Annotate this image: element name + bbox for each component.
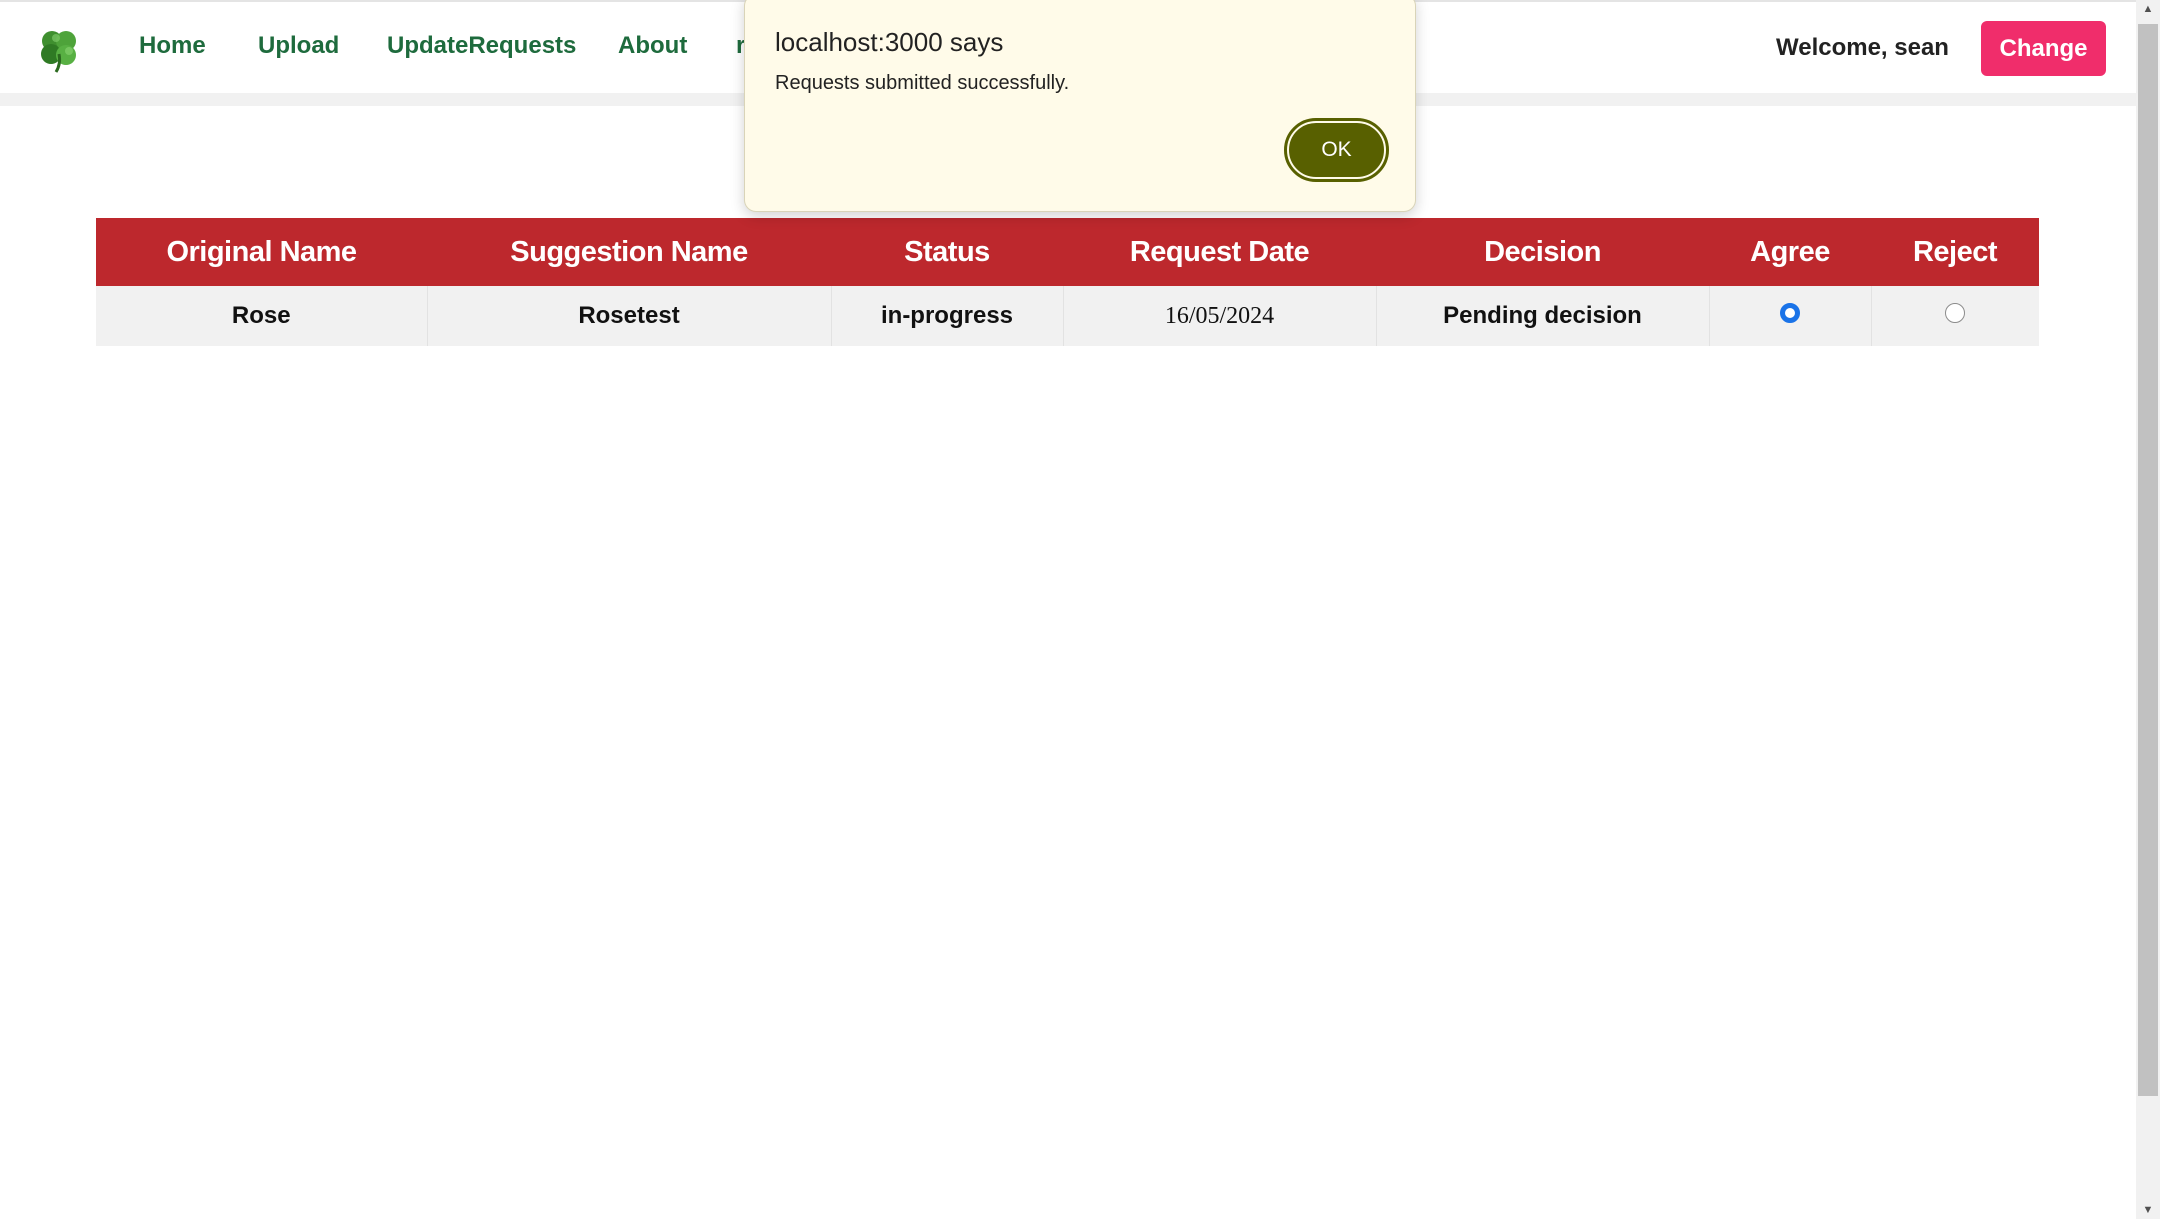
table-row: Rose Rosetest in-progress 16/05/2024 Pen… bbox=[96, 286, 2039, 346]
vertical-scrollbar[interactable]: ▲ ▼ bbox=[2136, 0, 2160, 1219]
ok-button[interactable]: OK bbox=[1284, 118, 1389, 182]
header-original-name: Original Name bbox=[96, 218, 427, 286]
dialog-title: localhost:3000 says bbox=[775, 27, 1004, 57]
change-button[interactable]: Change bbox=[1981, 21, 2106, 76]
scroll-down-arrow-icon[interactable]: ▼ bbox=[2136, 1201, 2160, 1219]
welcome-text: Welcome, sean bbox=[1776, 34, 1949, 61]
header-request-date: Request Date bbox=[1063, 218, 1376, 286]
header-reject: Reject bbox=[1871, 218, 2039, 286]
nav-link-upload[interactable]: Upload bbox=[258, 32, 339, 60]
requests-table: Original Name Suggestion Name Status Req… bbox=[96, 218, 2039, 346]
header-suggestion-name: Suggestion Name bbox=[427, 218, 831, 286]
nav-link-about[interactable]: About bbox=[618, 32, 687, 60]
scroll-up-arrow-icon[interactable]: ▲ bbox=[2136, 0, 2160, 18]
header-agree: Agree bbox=[1709, 218, 1871, 286]
cell-suggestion-name: Rosetest bbox=[427, 286, 832, 346]
header-status: Status bbox=[831, 218, 1063, 286]
table-header-row: Original Name Suggestion Name Status Req… bbox=[96, 218, 2039, 286]
header-decision: Decision bbox=[1376, 218, 1709, 286]
alert-dialog: localhost:3000 says Requests submitted s… bbox=[744, 0, 1416, 212]
cell-agree bbox=[1709, 286, 1872, 346]
agree-radio[interactable] bbox=[1780, 302, 1800, 323]
dialog-message: Requests submitted successfully. bbox=[775, 72, 1070, 94]
nav-link-updaterequests[interactable]: UpdateRequests bbox=[387, 32, 576, 60]
nav-link-home[interactable]: Home bbox=[139, 32, 206, 60]
scrollbar-thumb[interactable] bbox=[2138, 24, 2158, 1096]
cell-status: in-progress bbox=[831, 286, 1064, 346]
cell-reject bbox=[1871, 286, 2039, 346]
reject-radio[interactable] bbox=[1945, 302, 1966, 323]
page: Home Upload UpdateRequests About r Welco… bbox=[0, 0, 2160, 1219]
cell-request-date: 16/05/2024 bbox=[1063, 286, 1377, 346]
cell-decision: Pending decision bbox=[1376, 286, 1710, 346]
shamrock-icon[interactable] bbox=[34, 24, 84, 74]
cell-original-name: Rose bbox=[96, 286, 428, 346]
